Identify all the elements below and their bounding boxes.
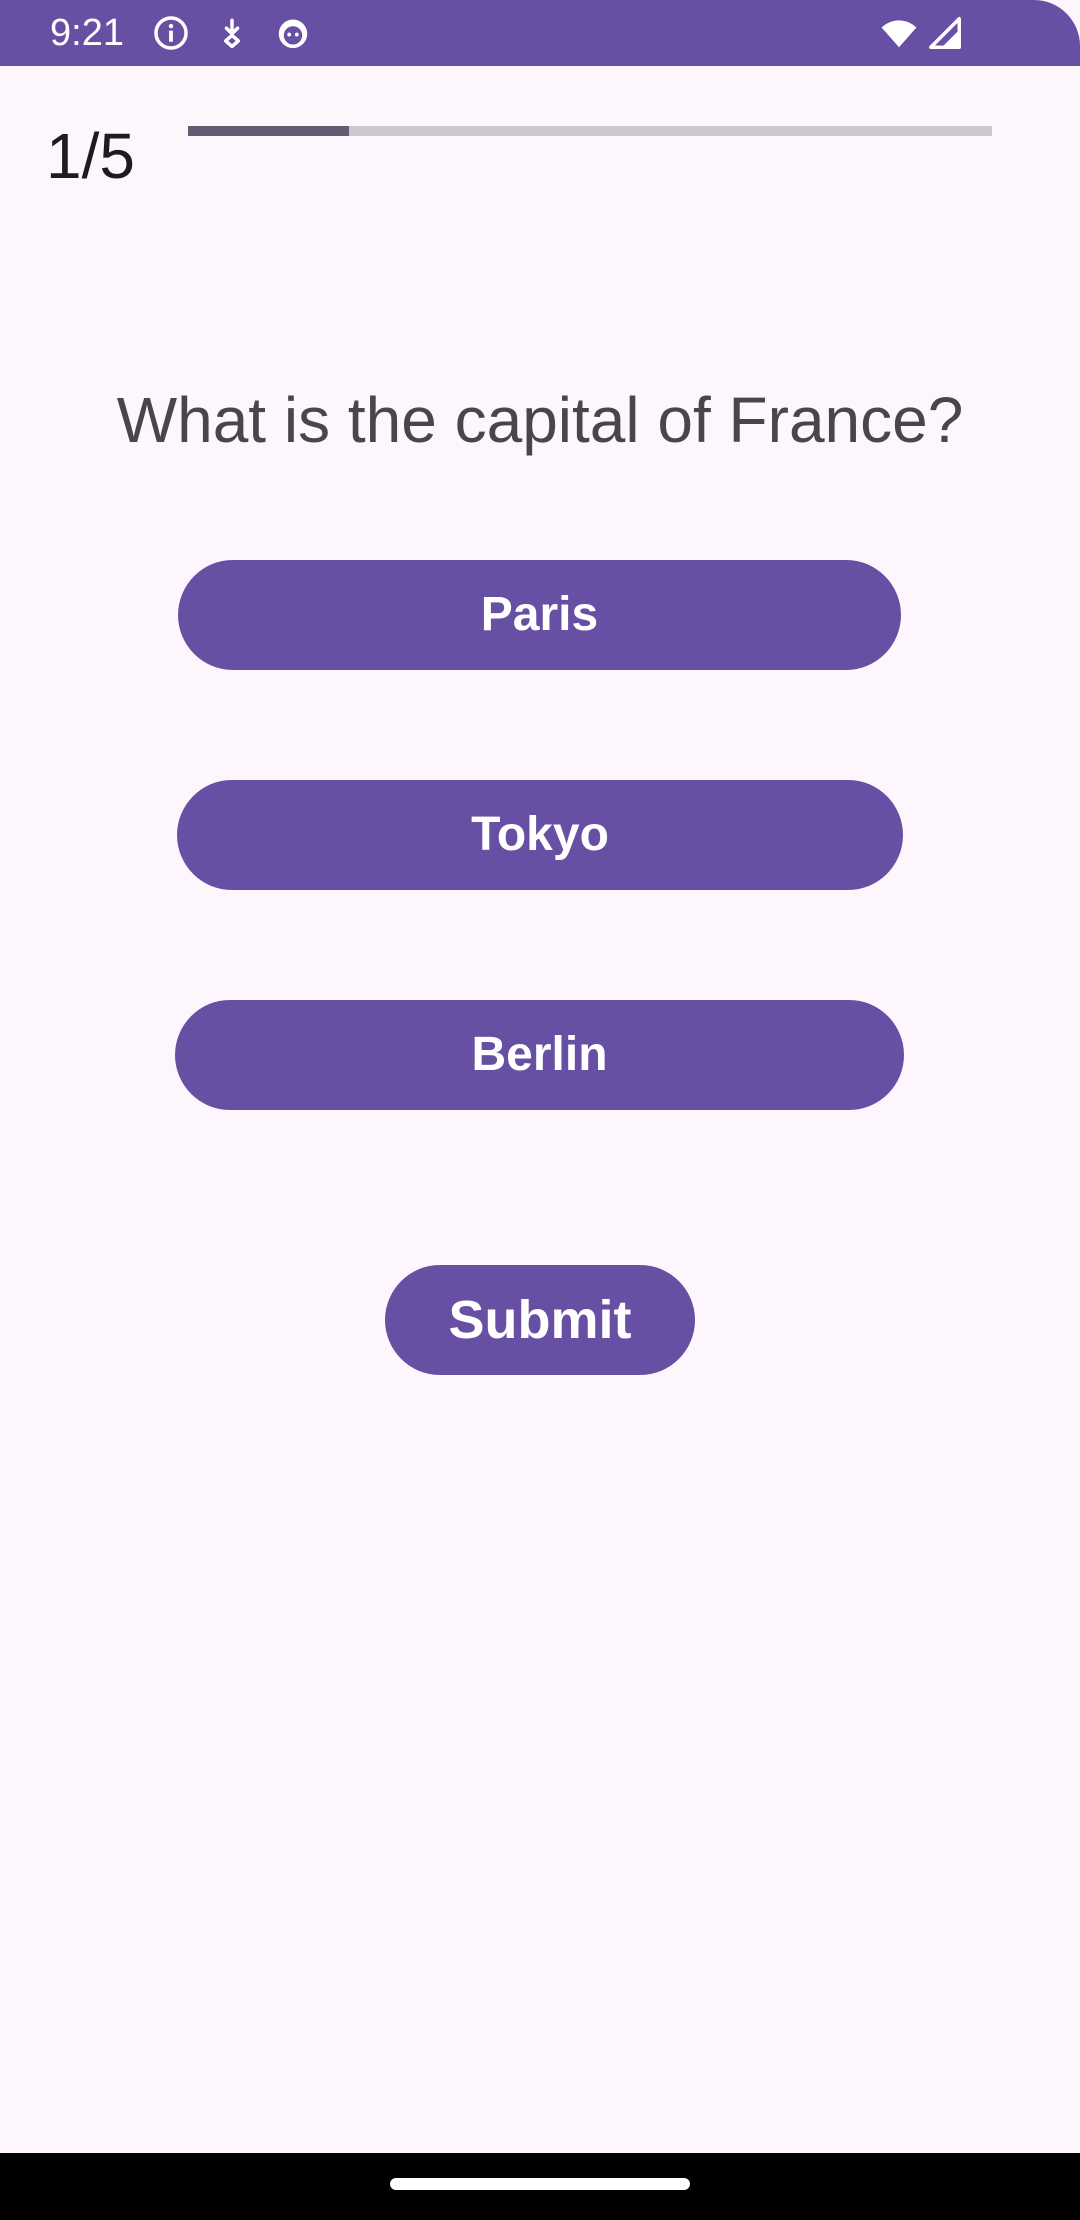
- cellular-signal-icon: [926, 14, 964, 52]
- answer-button-paris[interactable]: Paris: [178, 560, 901, 670]
- answer-button-berlin[interactable]: Berlin: [175, 1000, 904, 1110]
- status-time: 9:21: [50, 12, 124, 54]
- info-icon: [152, 14, 190, 52]
- status-bar: 9:21: [0, 0, 1080, 66]
- progress-bar-fill: [188, 126, 349, 136]
- question-counter: 1/5: [46, 120, 135, 192]
- question-text: What is the capital of France?: [116, 384, 964, 456]
- quiz-screen: 9:21 1/5 What is the capital of France? …: [0, 0, 1080, 2220]
- wifi-icon: [880, 14, 918, 52]
- download-icon: [213, 14, 251, 52]
- answer-button-tokyo[interactable]: Tokyo: [177, 780, 903, 890]
- progress-bar: [188, 126, 992, 136]
- submit-button[interactable]: Submit: [385, 1265, 695, 1375]
- android-robot-icon: [274, 14, 312, 52]
- home-gesture-handle[interactable]: [390, 2178, 690, 2190]
